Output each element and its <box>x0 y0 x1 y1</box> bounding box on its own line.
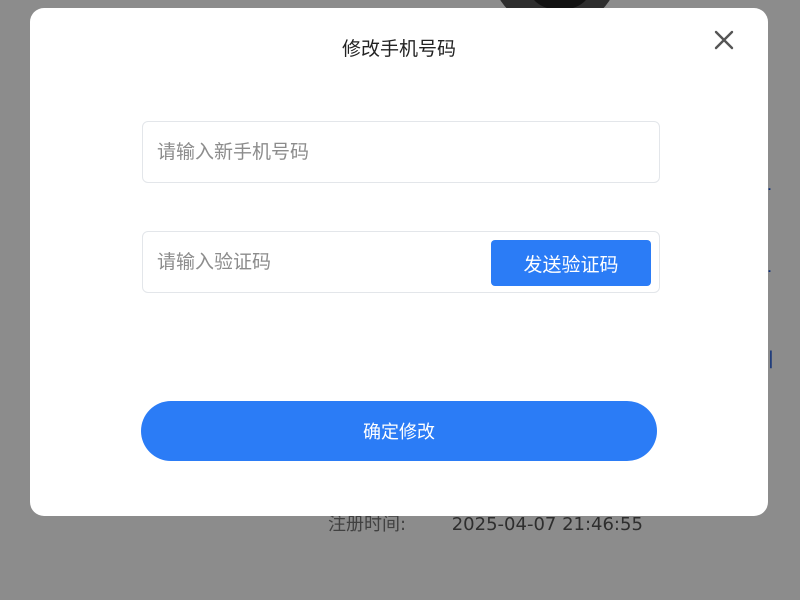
phone-field <box>142 121 660 183</box>
send-code-button[interactable]: 发送验证码 <box>491 240 651 286</box>
change-phone-modal: 修改手机号码 发送验证码 确定修改 <box>30 8 768 516</box>
code-field: 发送验证码 <box>142 231 660 293</box>
close-icon <box>714 30 734 50</box>
new-phone-input[interactable] <box>157 122 647 182</box>
modal-title: 修改手机号码 <box>341 38 456 60</box>
verification-code-input[interactable] <box>157 232 477 292</box>
close-button[interactable] <box>710 26 738 54</box>
confirm-button[interactable]: 确定修改 <box>141 401 657 461</box>
